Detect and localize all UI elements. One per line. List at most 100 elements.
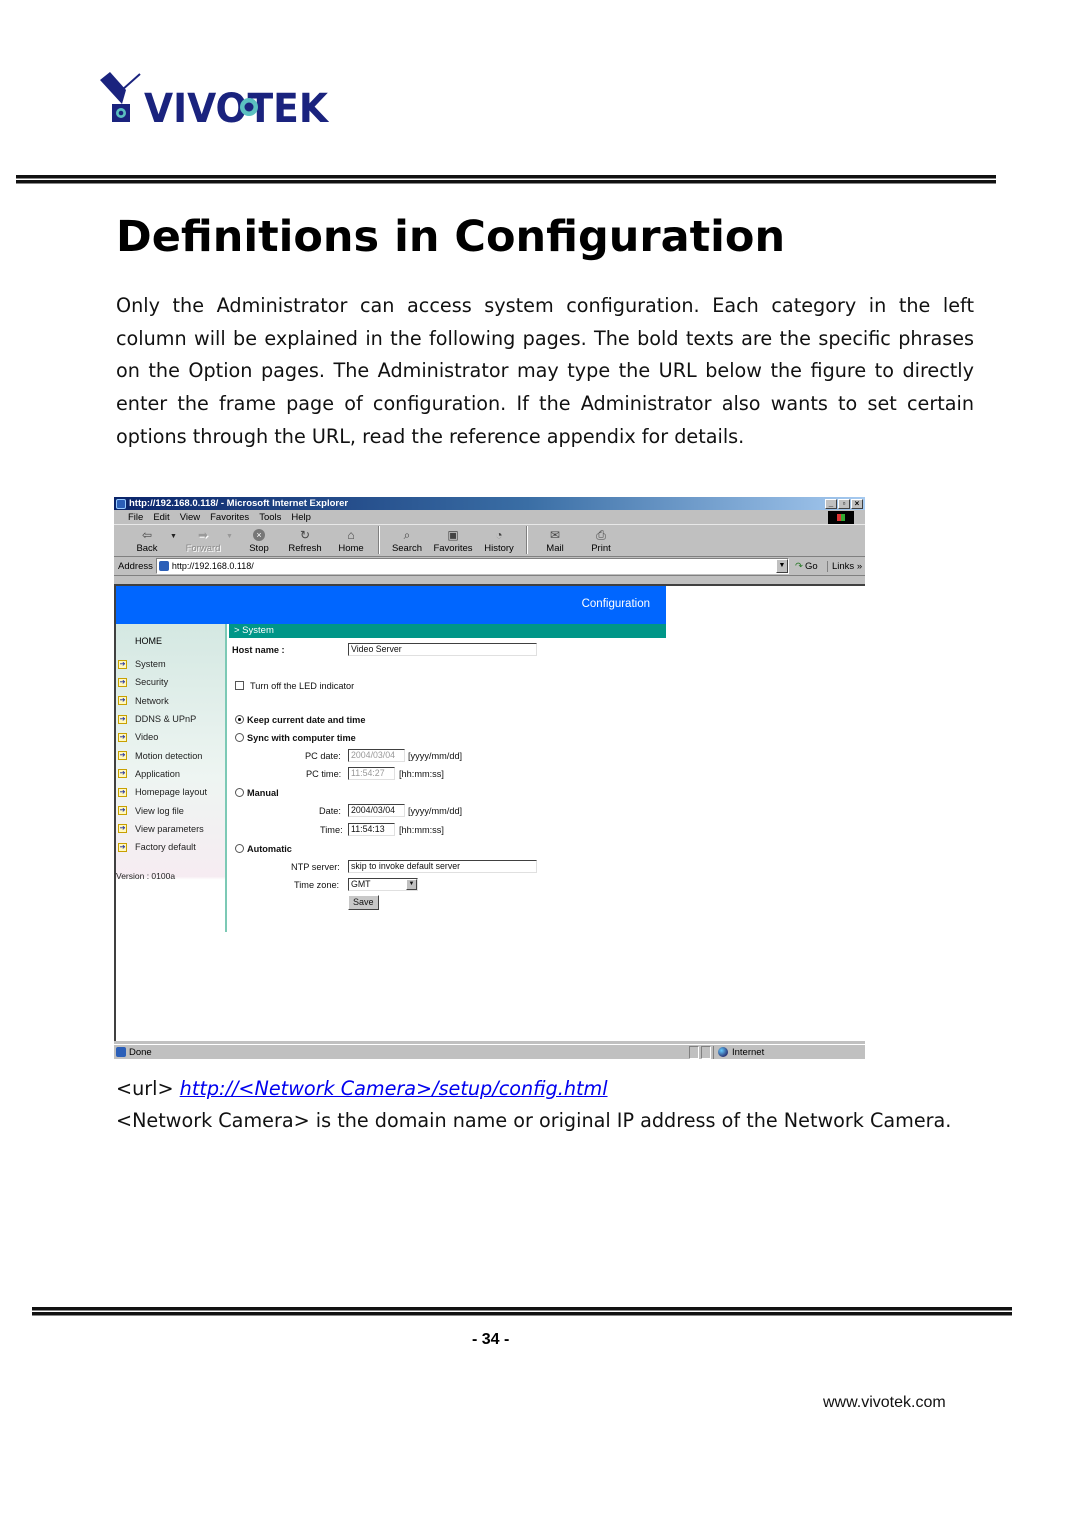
radio-automatic-row[interactable]: Automatic (235, 844, 292, 854)
minimize-button[interactable]: _ (825, 498, 837, 509)
close-button[interactable]: × (851, 498, 863, 509)
menu-tools[interactable]: Tools (259, 512, 281, 523)
restore-button[interactable]: ▫ (838, 498, 850, 509)
status-bar: Done Internet (114, 1044, 865, 1059)
windows-logo-icon (828, 511, 854, 524)
ntp-server-input[interactable]: skip to invoke default server (348, 860, 537, 873)
stop-button[interactable]: × Stop (236, 528, 282, 554)
header-divider (16, 175, 996, 184)
host-name-input[interactable]: Video Server (348, 643, 537, 656)
browser-viewport: Configuration HOME ➔ System ➔ Security ➔ Ne… (114, 584, 865, 1041)
sidebar-item-security[interactable]: ➔ Security (118, 673, 207, 691)
radio-manual[interactable] (235, 788, 244, 797)
back-dropdown-icon[interactable]: ▼ (170, 533, 180, 540)
radio-manual-row[interactable]: Manual (235, 788, 279, 798)
status-cell (689, 1045, 699, 1059)
sidebar-item-system[interactable]: ➔ System (118, 655, 207, 673)
sidebar-item-application[interactable]: ➔ Application (118, 765, 207, 783)
menu-edit[interactable]: Edit (153, 512, 169, 523)
forward-dropdown-icon[interactable]: ▼ (226, 533, 236, 540)
arrow-right-icon: ➔ (118, 806, 127, 816)
back-arrow-icon: ⇦ (141, 528, 153, 542)
menu-help[interactable]: Help (291, 512, 311, 523)
favorites-button[interactable]: ▣ Favorites (430, 528, 476, 554)
pc-time-input[interactable]: 11:54:27 (348, 767, 395, 780)
mail-button[interactable]: ✉ Mail (532, 528, 578, 554)
sidebar-item-homepage-layout[interactable]: ➔ Homepage layout (118, 783, 207, 801)
svg-text:VIVOTEK: VIVOTEK (144, 86, 330, 126)
menu-bar: File Edit View Favorites Tools Help (114, 510, 865, 525)
arrow-right-icon: ➔ (118, 677, 127, 687)
network-camera-description: <Network Camera> is the domain name or o… (116, 1109, 952, 1132)
time-input[interactable]: 11:54:13 (348, 823, 395, 836)
arrow-right-icon: ➔ (118, 824, 127, 834)
search-icon: ⌕ (403, 527, 411, 542)
arrow-right-icon: ➔ (118, 659, 127, 669)
radio-sync-row[interactable]: Sync with computer time (235, 733, 356, 743)
vivotek-logo: VIVOTEK (96, 70, 331, 132)
home-button[interactable]: ⌂ Home (328, 528, 374, 554)
arrow-right-icon: ➔ (118, 842, 127, 852)
pc-time-format: [hh:mm:ss] (399, 769, 444, 779)
sidebar-item-video[interactable]: ➔ Video (118, 728, 207, 746)
ie-icon (116, 498, 126, 509)
save-button[interactable]: Save (348, 895, 379, 910)
address-dropdown-icon[interactable]: ▼ (776, 559, 788, 573)
toolbar-separator (526, 526, 528, 554)
intro-paragraph: Only the Administrator can access system… (116, 294, 974, 448)
address-input[interactable]: http://192.168.0.118/ ▼ (155, 558, 789, 574)
config-sidebar: HOME ➔ System ➔ Security ➔ Network ➔ DDNS & … (116, 624, 227, 932)
date-input[interactable]: 2004/03/04 (348, 804, 405, 817)
history-icon: ◔ (495, 528, 503, 542)
ntp-server-label: NTP server: (291, 862, 340, 872)
browser-screenshot: http://192.168.0.118/ - Microsoft Intern… (114, 497, 865, 1059)
section-title: > System (229, 624, 666, 638)
sidebar-item-view-log-file[interactable]: ➔ View log file (118, 801, 207, 819)
sidebar-item-factory-default[interactable]: ➔ Factory default (118, 838, 207, 856)
forward-button[interactable]: ➡ Forward (180, 528, 226, 554)
led-checkbox-row[interactable]: Turn off the LED indicator (235, 681, 354, 691)
time-zone-select[interactable]: GMT ▼ (348, 878, 418, 891)
toolbar-separator (378, 526, 380, 554)
status-left: Done (114, 1047, 689, 1058)
sidebar-item-network[interactable]: ➔ Network (118, 692, 207, 710)
config-url-link[interactable]: http://<Network Camera>/setup/config.htm… (180, 1077, 608, 1100)
config-title: Configuration (581, 598, 650, 610)
footer-divider (32, 1307, 1012, 1316)
url-line: <url> http://<Network Camera>/setup/conf… (116, 1077, 608, 1100)
pc-date-input[interactable]: 2004/03/04 (348, 749, 405, 762)
printer-icon: ⎙ (596, 527, 606, 542)
menu-favorites[interactable]: Favorites (210, 512, 249, 523)
radio-sync[interactable] (235, 733, 244, 742)
config-header: Configuration (116, 586, 666, 624)
go-button[interactable]: ↷ Go (795, 561, 827, 572)
led-checkbox[interactable] (235, 681, 244, 690)
menu-view[interactable]: View (180, 512, 200, 523)
status-cell (701, 1045, 711, 1059)
chevron-down-icon[interactable]: ▼ (406, 879, 417, 890)
mail-icon: ✉ (549, 528, 561, 542)
sidebar-item-ddns-upnp[interactable]: ➔ DDNS & UPnP (118, 710, 207, 728)
sidebar-item-motion-detection[interactable]: ➔ Motion detection (118, 746, 207, 764)
sidebar-item-view-parameters[interactable]: ➔ View parameters (118, 820, 207, 838)
radio-keep[interactable] (235, 715, 244, 724)
arrow-right-icon: ➔ (118, 696, 127, 706)
back-button[interactable]: ⇦ Back (124, 528, 170, 554)
refresh-button[interactable]: ↻ Refresh (282, 528, 328, 554)
browser-toolbar: ⇦ Back ▼ ➡ Forward ▼ × Stop ↻ Refresh ⌂ … (114, 525, 865, 557)
radio-keep-row[interactable]: Keep current date and time (235, 715, 365, 725)
window-titlebar: http://192.168.0.118/ - Microsoft Intern… (114, 497, 865, 510)
print-button[interactable]: ⎙ Print (578, 527, 624, 555)
radio-automatic[interactable] (235, 844, 244, 853)
sidebar-item-home[interactable]: HOME (135, 636, 162, 646)
links-button[interactable]: Links » (827, 560, 865, 572)
arrow-right-icon: ➔ (118, 714, 127, 724)
version-label: Version : 0100a (116, 871, 176, 881)
arrow-right-icon: ➔ (118, 732, 127, 742)
menu-file[interactable]: File (128, 512, 143, 523)
history-button[interactable]: ◔ History (476, 528, 522, 554)
date-label: Date: (319, 806, 341, 816)
pc-time-label: PC time: (306, 769, 342, 779)
search-button[interactable]: ⌕ Search (384, 527, 430, 555)
go-arrow-icon: ↷ (795, 560, 803, 572)
